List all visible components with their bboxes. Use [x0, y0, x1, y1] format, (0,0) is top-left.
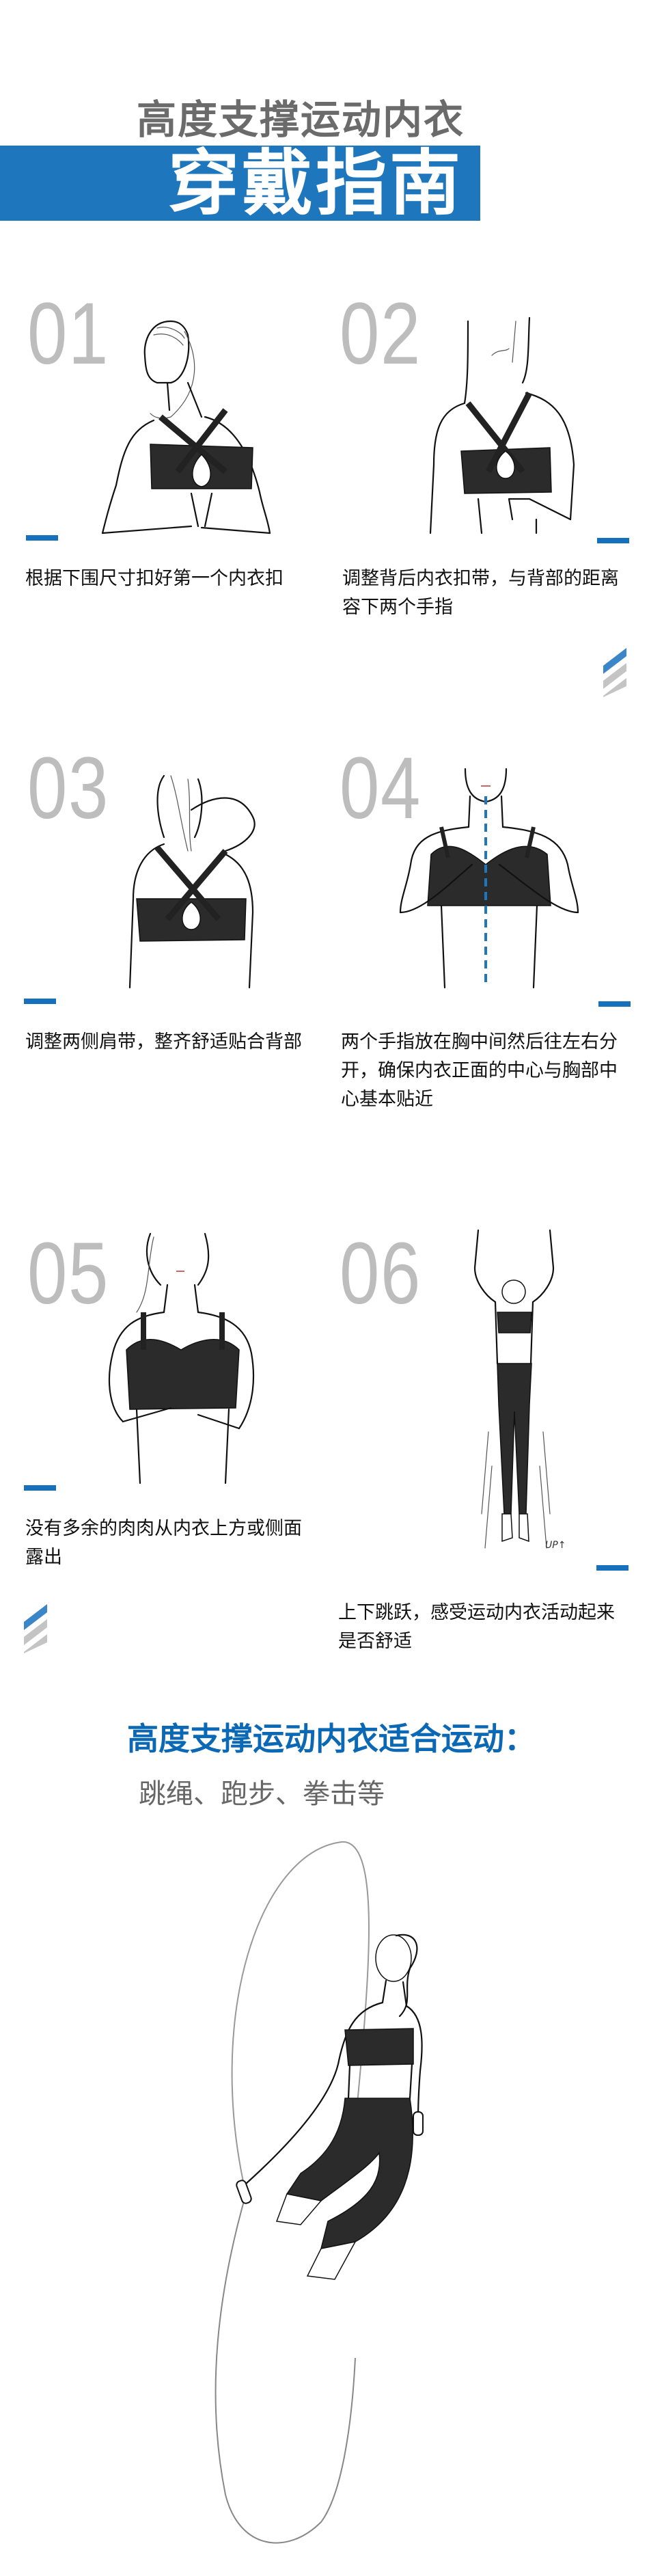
step-text-03: 调整两侧肩带，整齐舒适贴合背部: [25, 1031, 302, 1053]
title-banner: 穿戴指南: [0, 141, 480, 225]
step-text-06: 上下跳跃，感受运动内衣活动起来是否舒适: [338, 1602, 615, 1652]
step-text-02: 调整背后内衣扣带，与背部的距离容下两个手指: [342, 568, 619, 618]
stripes-icon: [24, 1604, 47, 1653]
stripes-icon: [603, 648, 626, 697]
up-annotation: UP↑: [545, 1540, 566, 1551]
accent-dash: [597, 538, 629, 543]
page-title: 高度支撑运动内衣: [137, 96, 465, 143]
step-text-04: 两个手指放在胸中间然后往左右分开，确保内衣正面的中心与胸部中心基本贴近: [341, 1031, 618, 1110]
step-number-06: 06: [340, 1225, 422, 1323]
illustration-step-04: [399, 768, 579, 989]
accent-dash: [596, 1565, 629, 1571]
illustration-step-01: [101, 320, 271, 534]
step-text-05: 没有多余的肉肉从内衣上方或侧面露出: [25, 1518, 302, 1568]
illustration-step-03: [128, 774, 256, 989]
step-number-02: 02: [340, 285, 422, 383]
sports-list: 跳绳、跑步、拳击等: [139, 1778, 385, 1810]
accent-dash: [26, 535, 58, 541]
illustration-jump-rope: [215, 1841, 424, 2544]
accent-dash: [598, 1001, 631, 1007]
section-title: 高度支撑运动内衣适合运动：: [127, 1720, 536, 1757]
step-text-01: 根据下围尺寸扣好第一个内衣扣: [25, 568, 284, 589]
illustration-step-02: [429, 316, 575, 534]
banner-title: 穿戴指南: [168, 141, 464, 225]
accent-dash: [24, 1485, 56, 1491]
illustration-step-06: UP↑: [473, 1229, 566, 1551]
accent-dash: [24, 999, 56, 1004]
step-number-03: 03: [27, 740, 110, 837]
illustration-step-05: [108, 1232, 255, 1484]
